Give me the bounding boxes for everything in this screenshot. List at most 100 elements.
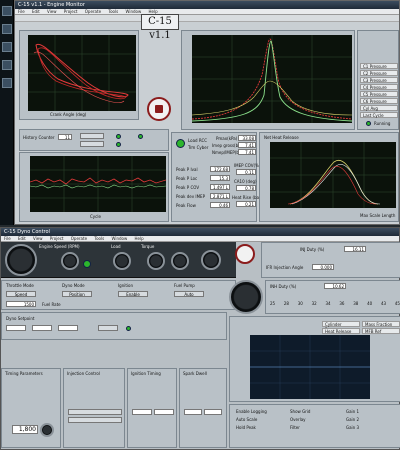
option-check[interactable]: Hold Peak (236, 425, 256, 430)
legend-item[interactable]: Cyl Avg (360, 105, 398, 111)
duty-tick: 28 (283, 301, 289, 306)
pressure-trace-plot[interactable] (192, 35, 352, 123)
toolbar (15, 15, 399, 22)
history-counter-label: History Counter (23, 135, 55, 140)
load-rcc-button[interactable]: Trm Cyber (188, 145, 208, 150)
afr-value[interactable]: 0.000 (312, 264, 334, 270)
desktop-shortcut-icon[interactable] (2, 24, 12, 34)
setpoint-field-3[interactable] (58, 325, 78, 331)
section-timing: Timing Parameters (5, 371, 43, 376)
menu-view[interactable]: View (47, 9, 57, 14)
menu-file[interactable]: File (4, 236, 11, 241)
menu-edit[interactable]: Edit (32, 9, 40, 14)
menu-window[interactable]: Window (111, 236, 127, 241)
dyno-mode-toggle[interactable]: Position (62, 291, 92, 297)
legend-item[interactable]: C1 Pressure (360, 63, 398, 69)
peak-label-3: Peak dev IMEP (176, 194, 205, 199)
desktop-shortcut-icon[interactable] (2, 6, 12, 16)
load-knob[interactable] (113, 252, 131, 270)
menu-tools[interactable]: Tools (94, 236, 104, 241)
dwell-field-2[interactable] (204, 409, 222, 415)
window-title-bar[interactable]: C-15 v1.1 - Engine Monitor (15, 1, 399, 9)
peak-value-2: 1.497 L (210, 184, 230, 190)
engine-monitor-window: C-15 v1.1 - Engine Monitor File Edit Vie… (14, 0, 400, 225)
dwell-field-1[interactable] (184, 409, 202, 415)
section-ignition: Ignition Timing (131, 371, 161, 376)
legend-item[interactable]: C4 Pressure (360, 84, 398, 90)
menu-file[interactable]: File (18, 9, 25, 14)
plot-legend-item[interactable]: Heat Release (322, 328, 360, 334)
pv-loop-plot[interactable] (28, 35, 136, 111)
menu-view[interactable]: View (33, 236, 43, 241)
injection-mode-button[interactable] (68, 409, 122, 415)
ma-duty-value: 10.62 (324, 283, 346, 289)
peak-value-4: 0.46 (210, 202, 230, 208)
menu-window[interactable]: Window (125, 9, 141, 14)
stat-value-1: 7.41 (238, 142, 256, 148)
injection-apply-button[interactable] (68, 417, 122, 423)
legend-item[interactable]: Last Cycle (360, 112, 398, 118)
setpoint-field-1[interactable] (6, 325, 26, 331)
option-check[interactable]: Show Grid (290, 409, 310, 414)
combustion-plot[interactable] (250, 335, 370, 399)
stat-value-0: 33.08 (238, 135, 256, 141)
option-check[interactable]: Overlay (290, 417, 306, 422)
ignition-field-1[interactable] (132, 409, 152, 415)
ignition-field-2[interactable] (154, 409, 174, 415)
ignition-toggle[interactable]: Enable (118, 291, 148, 297)
desktop-shortcut-icon[interactable] (2, 60, 12, 70)
university-seal-logo (147, 97, 171, 121)
setpoint-field-2[interactable] (32, 325, 52, 331)
legend-item[interactable]: C6 Pressure (360, 98, 398, 104)
option-check[interactable]: Enable Logging (236, 409, 267, 414)
option-check[interactable]: Auto Scale (236, 417, 257, 422)
window-title-bar[interactable]: C-15 Dyno Control (1, 228, 399, 236)
apply-button[interactable] (98, 325, 118, 331)
gauge-label-speed: Engine Speed (RPM) (39, 244, 80, 249)
option-check[interactable]: Filter (290, 425, 300, 430)
plot-legend-item[interactable]: Mass Fraction (362, 321, 400, 327)
menu-edit[interactable]: Edit (18, 236, 26, 241)
gauge-row: Engine Speed (RPM) Load Torque (1, 242, 236, 278)
throttle-mode-toggle[interactable]: Speed (6, 291, 36, 297)
university-seal-logo (235, 244, 255, 264)
fuel-pump-toggle[interactable]: Auto (174, 291, 204, 297)
heat-release-plot[interactable] (270, 142, 396, 208)
plot-legend-item[interactable]: MFB Ref (362, 328, 400, 334)
cycle-trace-plot[interactable] (30, 156, 166, 212)
value-1800-field[interactable]: 1,800 (12, 425, 38, 434)
history-counter-field[interactable]: 11 (58, 134, 72, 140)
desktop-shortcut-icon[interactable] (2, 78, 12, 88)
duty-tick: 43 (381, 301, 387, 306)
right-stat-value-2: 0.21 (236, 201, 256, 207)
duty-gauge (229, 280, 263, 314)
status-led-1 (116, 134, 121, 139)
legend-item[interactable]: C5 Pressure (360, 91, 398, 97)
plot-legend-item[interactable]: Cylinder Pressure (322, 321, 360, 332)
menu-tools[interactable]: Tools (108, 9, 118, 14)
timing-knob[interactable] (40, 423, 54, 437)
menu-project[interactable]: Project (50, 236, 64, 241)
cycle-reset-button[interactable] (80, 141, 104, 147)
duty-tick: 45 (394, 301, 400, 306)
menu-operate[interactable]: Operate (71, 236, 87, 241)
stat-label-0: Pmax(kPa) (216, 136, 238, 141)
peak-value-0: 172.68 (210, 166, 230, 172)
torque-knob[interactable] (147, 252, 165, 270)
fuel-knob[interactable] (171, 252, 189, 270)
cycle-select-button[interactable] (80, 133, 104, 139)
duty-tick: 30 (297, 301, 303, 306)
menu-help[interactable]: Help (135, 236, 144, 241)
menu-operate[interactable]: Operate (85, 9, 101, 14)
desktop-shortcut-icon[interactable] (2, 42, 12, 52)
legend-item[interactable]: C3 Pressure (360, 77, 398, 83)
cycle-trace-panel: Cycle (19, 152, 169, 222)
status-led-2 (116, 142, 121, 147)
rpm-setpoint-field[interactable]: 1500 (6, 301, 36, 307)
menu-project[interactable]: Project (64, 9, 78, 14)
legend-item[interactable]: C2 Pressure (360, 70, 398, 76)
peak-label-1: Peak P Loc (176, 176, 198, 181)
crank-axis-label: Crank Angle (deg) (50, 112, 87, 117)
toggle-label-ignition: Ignition (118, 283, 134, 288)
afr-label: IFR Injection Angle (266, 265, 304, 270)
